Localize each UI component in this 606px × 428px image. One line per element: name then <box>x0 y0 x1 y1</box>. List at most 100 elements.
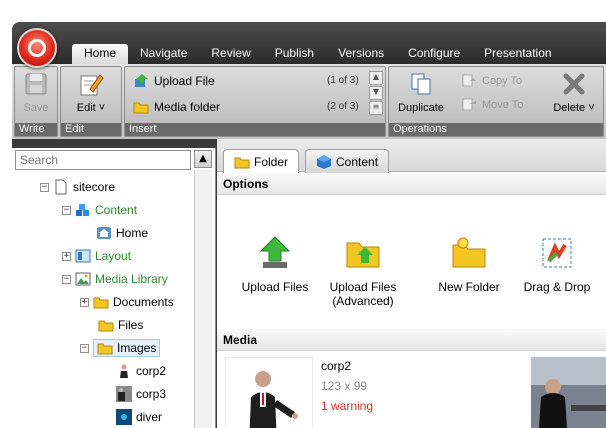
gallery-scroll-down[interactable]: ▼ <box>369 86 383 100</box>
operations-group-label: Operations <box>389 123 603 136</box>
folder-icon <box>98 320 114 332</box>
corp3-thumbnail <box>531 357 606 428</box>
application-menu-button[interactable] <box>17 28 57 68</box>
tab-review[interactable]: Review <box>199 44 262 64</box>
duplicate-icon <box>411 73 431 95</box>
tree-label: sitecore <box>73 180 116 194</box>
folder-upload-icon <box>346 242 380 268</box>
insert-group-label: Insert <box>125 123 385 136</box>
upload-file-label: Upload File <box>154 74 215 88</box>
options-section-header: Options <box>217 173 606 195</box>
tree-label: Content <box>95 203 138 217</box>
gallery-expand[interactable]: ≡ <box>369 101 383 115</box>
move-to-button[interactable]: Move To <box>461 97 523 113</box>
tree-item-sitecore[interactable]: − sitecore <box>40 178 115 196</box>
tree-label: corp2 <box>136 364 167 378</box>
duplicate-label: Duplicate <box>398 102 444 114</box>
tree-label: Home <box>116 226 149 240</box>
person-thumbnail-icon <box>120 364 128 378</box>
tree-label: Media Library <box>95 272 168 286</box>
upload-file-icon <box>135 74 148 87</box>
tab-folder-label: Folder <box>254 154 289 169</box>
tree-label: Layout <box>95 249 132 263</box>
collapse-toggle[interactable]: − <box>62 205 71 215</box>
ribbon-tab-bar: Home Navigate Review Publish Versions Co… <box>12 22 606 64</box>
app-window: Home Navigate Review Publish Versions Co… <box>12 22 606 428</box>
tree-item-images[interactable]: − Images <box>80 339 161 357</box>
search-input[interactable] <box>15 150 191 170</box>
tab-content[interactable]: Content <box>305 149 390 173</box>
tree-scroll-up[interactable]: ▲ <box>194 150 212 168</box>
drag-drop-icon <box>542 238 572 268</box>
operations-group: Duplicate Copy To Move To Delete ˅ Opera… <box>388 66 604 137</box>
ribbon-tabs: Home Navigate Review Publish Versions Co… <box>72 44 564 64</box>
new-folder-icon <box>452 237 486 268</box>
upload-files-option[interactable]: Upload Files <box>231 235 319 294</box>
tab-presentation[interactable]: Presentation <box>472 44 563 64</box>
edit-group-label: Edit <box>61 123 121 136</box>
media-item-corp2[interactable]: corp2 123 x 99 1 warning <box>225 357 525 428</box>
tree-label: Documents <box>113 295 174 309</box>
sitecore-logo-icon <box>28 39 46 57</box>
layout-icon <box>75 249 91 263</box>
save-button[interactable]: Save <box>19 71 53 114</box>
upload-file-button[interactable]: Upload File <box>133 73 215 89</box>
tab-navigate[interactable]: Navigate <box>128 44 199 64</box>
tree-item-files[interactable]: Files <box>98 316 143 334</box>
option-label: Drag & Drop <box>523 280 591 294</box>
tree-label: diver <box>136 410 163 424</box>
folder-icon <box>133 102 149 114</box>
new-folder-option[interactable]: New Folder <box>425 235 513 294</box>
tree-label: Images <box>117 341 157 355</box>
duplicate-button[interactable]: Duplicate <box>393 71 449 114</box>
edit-pencil-icon <box>80 74 104 96</box>
save-label: Save <box>23 102 49 114</box>
tab-folder[interactable]: Folder <box>223 149 300 173</box>
edit-button[interactable]: Edit ˅ <box>65 71 117 114</box>
upload-arrow-icon <box>259 236 291 268</box>
media-warning: 1 warning <box>321 399 374 413</box>
tree-item-layout[interactable]: + Layout <box>62 247 131 265</box>
ribbon: Save Write Edit ˅ Edit Upload File (1 of… <box>12 64 606 139</box>
expand-toggle[interactable]: + <box>62 251 71 261</box>
media-item-corp3[interactable] <box>531 357 606 428</box>
edit-group: Edit ˅ Edit <box>60 66 122 137</box>
tab-configure[interactable]: Configure <box>396 44 472 64</box>
tree-item-corp3[interactable]: corp3 <box>116 385 166 403</box>
drag-drop-option[interactable]: Drag & Drop <box>513 235 601 294</box>
media-folder-button[interactable]: Media folder <box>133 99 220 115</box>
option-sublabel: (Advanced) <box>332 294 394 308</box>
delete-button[interactable]: Delete ˅ <box>547 71 601 114</box>
option-label: Upload Files <box>329 280 397 294</box>
media-dimensions: 123 x 99 <box>321 379 368 393</box>
tree-item-diver[interactable]: diver <box>116 408 162 426</box>
tab-home[interactable]: Home <box>72 44 129 64</box>
tree-item-corp2[interactable]: corp2 <box>116 362 166 380</box>
tree-item-content[interactable]: − Content <box>62 201 137 219</box>
delete-label: Delete ˅ <box>553 102 595 114</box>
tree-item-images-selection: Images <box>93 339 161 357</box>
content-cube-icon <box>317 154 331 169</box>
tree-item-documents[interactable]: + Documents <box>80 293 174 311</box>
media-folder-label: Media folder <box>154 100 221 114</box>
copy-to-button[interactable]: Copy To <box>461 73 522 89</box>
office-thumbnail-icon <box>116 386 132 402</box>
tree-item-media-library[interactable]: − Media Library <box>62 270 168 288</box>
editor-tab-bar: Folder Content <box>217 139 606 173</box>
tree-scrollbar[interactable] <box>194 170 212 428</box>
gallery-scroll-up[interactable]: ▲ <box>369 71 383 85</box>
copy-to-label: Copy To <box>482 75 523 87</box>
collapse-toggle[interactable]: − <box>62 274 71 284</box>
tree-item-home[interactable]: Home <box>96 224 148 242</box>
upload-files-advanced-option[interactable]: Upload Files (Advanced) <box>319 235 407 308</box>
collapse-toggle[interactable]: − <box>80 343 89 353</box>
move-to-label: Move To <box>482 99 524 111</box>
upload-file-count: (1 of 3) <box>327 75 359 86</box>
tab-publish[interactable]: Publish <box>263 44 326 64</box>
delete-icon <box>563 73 585 95</box>
tab-versions[interactable]: Versions <box>326 44 396 64</box>
collapse-toggle[interactable]: − <box>40 182 49 192</box>
expand-toggle[interactable]: + <box>80 297 89 307</box>
editor-panel: Folder Content Options Upload Files Uplo… <box>217 139 606 428</box>
tree-label: Files <box>118 318 144 332</box>
